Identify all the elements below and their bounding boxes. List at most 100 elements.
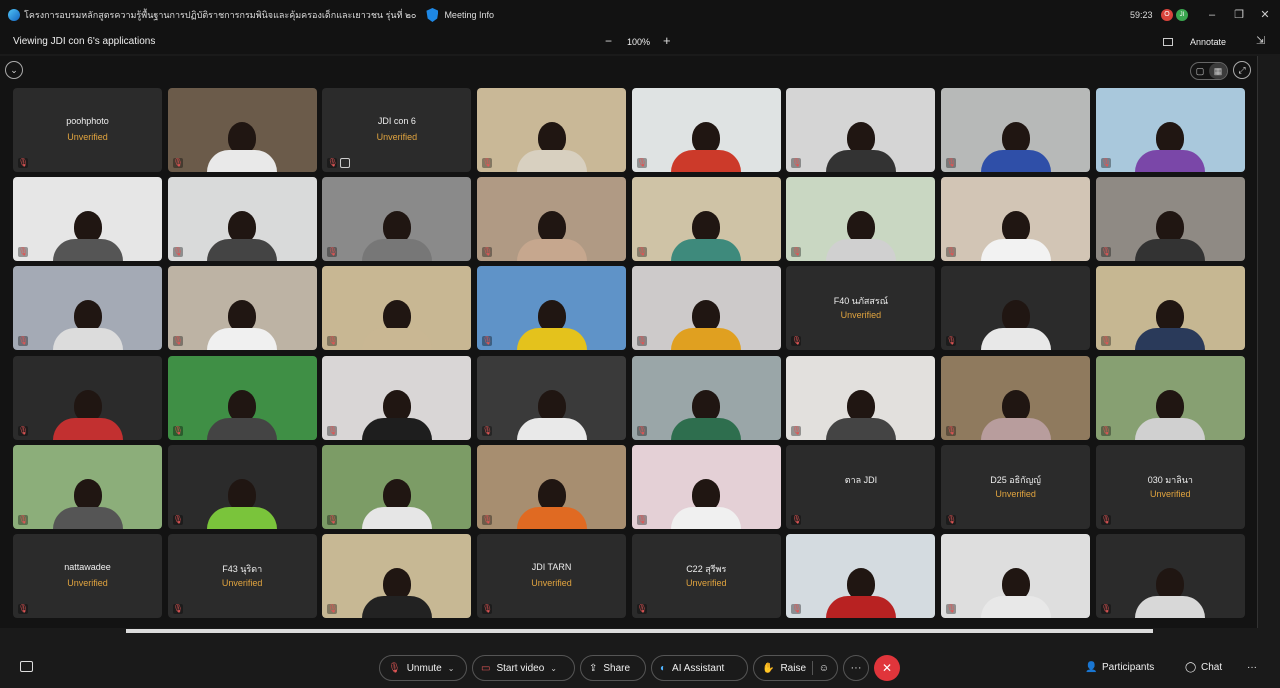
chat-button[interactable]: Chat [1201, 662, 1222, 673]
participants-button[interactable]: Participants [1102, 662, 1154, 673]
participant-body [516, 328, 587, 351]
ai-assistant-button[interactable]: ◐ AI Assistant [651, 655, 748, 681]
shield-icon[interactable] [426, 8, 439, 22]
participant-tile[interactable]: F40 นภัสสรณ์ Unverified 🎙 [786, 266, 936, 351]
annotate-button[interactable]: Annotate [1190, 37, 1226, 47]
mic-muted-icon: 🎙 [18, 514, 29, 525]
zoom-level[interactable]: 100% [627, 37, 650, 47]
participant-tile[interactable]: 🎙 [13, 266, 162, 351]
participant-name: D25 อธิกัญญ์ [990, 474, 1041, 485]
participant-tile[interactable]: C22 สุรีพร Unverified 🎙 [631, 533, 781, 618]
pin-icon[interactable]: ⇲ [1256, 34, 1265, 47]
reactions-icon[interactable]: ☺ [819, 663, 829, 674]
participant-tile[interactable]: 🎙 [631, 88, 781, 172]
participant-tile[interactable]: 🎙 [786, 533, 936, 618]
more-options-button[interactable]: ··· [843, 655, 869, 681]
participant-tile[interactable]: 🎙 [322, 177, 472, 262]
chevron-down-icon[interactable]: ⌄ [550, 664, 557, 673]
participant-tile[interactable]: 🎙 [477, 266, 627, 351]
horizontal-scrollbar[interactable] [126, 629, 1153, 633]
participant-body [52, 239, 123, 262]
participant-body [1135, 595, 1206, 618]
minimize-icon[interactable]: – [1205, 8, 1219, 22]
participant-tile[interactable]: 🎙 [322, 533, 472, 618]
participant-tile[interactable]: 🎙 [631, 355, 781, 440]
participant-tile[interactable]: nattawadee Unverified 🎙 [13, 533, 162, 618]
participant-tile[interactable]: 030 มาลินา Unverified 🎙 [1095, 444, 1245, 529]
mic-muted-icon: 🎙 [791, 425, 802, 436]
mic-muted-icon: 🎙 [791, 158, 802, 168]
grid-view-icon[interactable]: ▦ [1209, 63, 1227, 79]
participant-tile[interactable]: 🎙 [941, 266, 1091, 351]
zoom-out-button[interactable]: − [605, 34, 612, 48]
restore-icon[interactable]: ❐ [1232, 8, 1246, 22]
meeting-info-button[interactable]: Meeting Info [444, 10, 494, 20]
participant-tile[interactable]: 🎙 [322, 266, 472, 351]
mic-muted-icon: 🎙 [18, 158, 29, 168]
participant-tile[interactable]: 🎙 [1095, 266, 1245, 351]
participant-video [361, 300, 432, 351]
chat-icon[interactable]: ◯ [1185, 662, 1196, 673]
more-icon[interactable]: ··· [1247, 662, 1257, 673]
participant-tile[interactable]: 🎙 [941, 533, 1091, 618]
participant-name: F40 นภัสสรณ์ [833, 296, 889, 307]
unverified-badge: Unverified [840, 310, 882, 321]
participant-tile[interactable]: 🎙 [322, 444, 472, 529]
unmute-label: Unmute [406, 662, 442, 674]
participant-tile[interactable]: 🎙 [941, 355, 1091, 440]
chevron-down-icon[interactable]: ⌄ [5, 61, 23, 79]
participant-tile[interactable]: 🎙 [941, 177, 1091, 262]
chevron-down-icon[interactable]: ⌄ [448, 664, 455, 673]
raise-label: Raise [780, 662, 807, 674]
zoom-in-button[interactable]: + [663, 33, 671, 48]
close-icon[interactable]: ✕ [1258, 8, 1272, 22]
participant-tile[interactable]: 🎙 [322, 355, 472, 440]
participant-tile[interactable]: 🎙 [477, 88, 627, 172]
participant-tile[interactable]: 🎙 [167, 444, 317, 529]
participant-tile[interactable]: 🎙 [13, 177, 162, 262]
participant-tile[interactable]: 🎙 [941, 88, 1091, 172]
participant-tile[interactable]: 🎙 [1095, 177, 1245, 262]
participant-tile[interactable]: 🎙 [167, 266, 317, 351]
participant-body [980, 239, 1051, 262]
participant-tile[interactable]: poohphoto Unverified 🎙 [13, 88, 162, 172]
participant-tile[interactable]: 🎙 [786, 88, 936, 172]
participant-tile[interactable]: 🎙 [786, 177, 936, 262]
participant-tile[interactable]: ตาล JDI 🎙 [786, 444, 936, 529]
participant-tile[interactable]: 🎙 [477, 444, 627, 529]
expand-icon[interactable]: ⤢ [1233, 61, 1251, 79]
participant-tile[interactable]: 🎙 [631, 177, 781, 262]
participant-tile[interactable]: 🎙 [786, 355, 936, 440]
layout-toggle[interactable]: ▢ ▦ [1190, 62, 1228, 80]
captions-icon[interactable] [20, 661, 33, 672]
participant-tile[interactable]: D25 อธิกัญญ์ Unverified 🎙 [941, 444, 1091, 529]
participant-tile[interactable]: 🎙 [1095, 533, 1245, 618]
participant-tile[interactable]: 🎙 [1095, 355, 1245, 440]
participant-grid: poohphoto Unverified 🎙 🎙 JDI con 6 Unverified… [13, 88, 1245, 618]
participant-tile[interactable]: JDI TARN Unverified 🎙 [477, 533, 627, 618]
start-video-button[interactable]: ▭ Start video ⌄ [472, 655, 575, 681]
participant-tile[interactable]: JDI con 6 Unverified 🎙 [322, 88, 472, 172]
screen-share-icon [340, 158, 351, 168]
unmute-button[interactable]: 🎙 Unmute ⌄ [379, 655, 467, 681]
participants-icon[interactable]: 👤 [1085, 662, 1097, 673]
participant-tile[interactable]: 🎙 [13, 444, 162, 529]
screen-icon[interactable] [1163, 38, 1173, 46]
raise-button[interactable]: ✋ Raise ☺ [753, 655, 838, 681]
share-button[interactable]: ⇪ Share [580, 655, 646, 681]
participant-tile[interactable]: 🎙 [167, 88, 317, 172]
participant-tile[interactable]: 🎙 [477, 355, 627, 440]
participant-tile[interactable]: 🎙 [13, 355, 162, 440]
participant-video [980, 211, 1051, 262]
participant-tile[interactable]: 🎙 [631, 266, 781, 351]
single-view-icon[interactable]: ▢ [1191, 63, 1209, 79]
participant-tile[interactable]: 🎙 [167, 177, 317, 262]
participant-tile[interactable]: 🎙 [631, 444, 781, 529]
participant-tile[interactable]: F43 นุริดา Unverified 🎙 [167, 533, 317, 618]
mic-muted-icon: 🎙 [18, 247, 29, 258]
leave-meeting-button[interactable]: ✕ [874, 655, 900, 681]
participant-tile[interactable]: 🎙 [167, 355, 317, 440]
mic-muted-icon: 🎙 [946, 603, 957, 614]
participant-tile[interactable]: 🎙 [1095, 88, 1245, 172]
participant-tile[interactable]: 🎙 [477, 177, 627, 262]
